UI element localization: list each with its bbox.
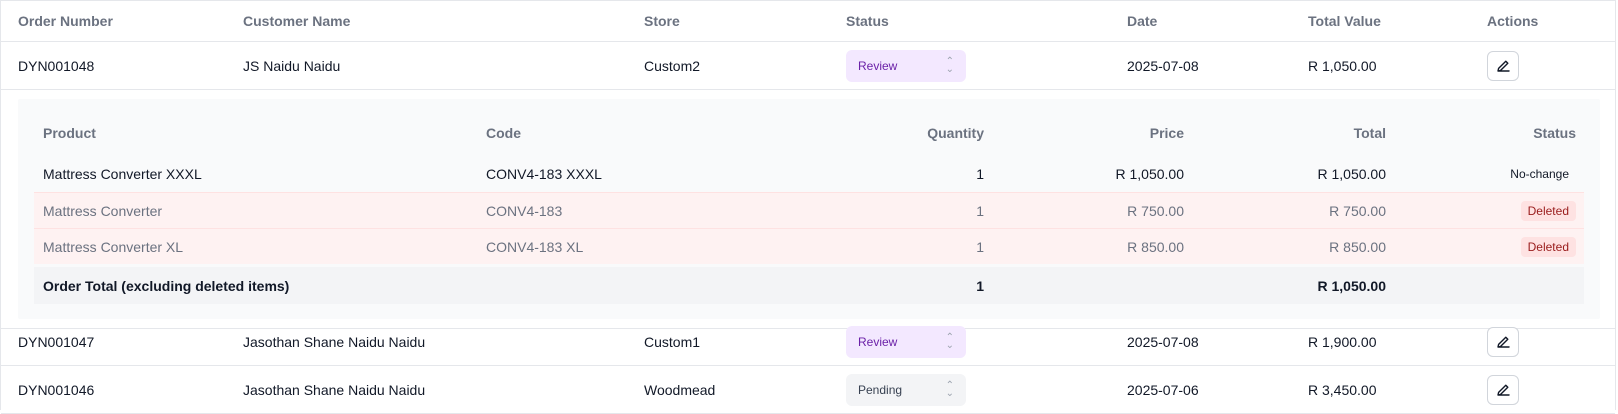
edit-order-button[interactable] xyxy=(1487,50,1519,81)
col-total-value[interactable]: Total Value xyxy=(1308,1,1381,41)
item-price: R 1,050.00 xyxy=(1115,166,1185,182)
col-price: Price xyxy=(1149,125,1184,141)
table-row[interactable]: DYN001047 Jasothan Shane Naidu Naidu Cus… xyxy=(1,318,1615,366)
order-date: 2025-07-08 xyxy=(1127,57,1199,74)
item-row-deleted: Mattress Converter XL CONV4-183 XL 1 R 8… xyxy=(34,228,1584,264)
order-total-label: Order Total (excluding deleted items) xyxy=(43,277,290,294)
status-select-value: Pending xyxy=(858,382,903,397)
table-header: Order Number Customer Name Store Status … xyxy=(1,1,1615,42)
item-product: Mattress Converter XL xyxy=(43,238,184,255)
item-quantity: 1 xyxy=(976,238,984,255)
item-row: Mattress Converter XXXL CONV4-183 XXXL 1… xyxy=(34,156,1584,192)
order-number: DYN001047 xyxy=(18,333,95,350)
actions-cell xyxy=(1487,42,1519,89)
item-code: CONV4-183 xyxy=(486,202,563,219)
store-name: Custom1 xyxy=(644,333,701,350)
edit-order-button[interactable] xyxy=(1487,374,1519,405)
status-badge: No-change xyxy=(1510,167,1569,181)
item-total: R 750.00 xyxy=(1329,202,1386,219)
status-select-value: Review xyxy=(858,58,898,73)
item-quantity: 1 xyxy=(976,166,984,182)
status-select[interactable]: Review ⌃ ⌄ xyxy=(846,49,966,82)
item-product: Mattress Converter XXXL xyxy=(43,166,202,182)
order-total: R 1,900.00 xyxy=(1308,333,1377,350)
item-quantity: 1 xyxy=(976,202,984,219)
col-customer-name[interactable]: Customer Name xyxy=(243,1,350,41)
store-name: Custom2 xyxy=(644,57,701,74)
item-product: Mattress Converter xyxy=(43,202,163,219)
orders-table: Order Number Customer Name Store Status … xyxy=(0,0,1616,414)
col-product: Product xyxy=(43,125,96,141)
customer-name: Jasothan Shane Naidu Naidu xyxy=(243,381,426,398)
col-item-status: Status xyxy=(1533,125,1576,141)
table-row[interactable]: DYN001048 JS Naidu Naidu Custom2 Review … xyxy=(1,42,1615,90)
order-date: 2025-07-06 xyxy=(1127,381,1199,398)
table-row[interactable]: DYN001046 Jasothan Shane Naidu Naidu Woo… xyxy=(1,366,1615,414)
status-badge: Deleted xyxy=(1520,200,1576,221)
chevron-up-down-icon: ⌃ ⌄ xyxy=(945,331,954,351)
actions-cell xyxy=(1487,318,1519,365)
status-cell: Pending ⌃ ⌄ xyxy=(846,366,966,413)
status-badge: Deleted xyxy=(1520,236,1576,257)
order-total-quantity: 1 xyxy=(976,277,984,294)
customer-name: Jasothan Shane Naidu Naidu xyxy=(243,333,426,350)
item-status-cell: Deleted xyxy=(1520,193,1576,228)
status-select[interactable]: Review ⌃ ⌄ xyxy=(846,325,966,358)
order-total-value: R 1,050.00 xyxy=(1317,277,1387,294)
col-actions: Actions xyxy=(1487,13,1539,29)
pencil-icon xyxy=(1497,60,1510,72)
status-cell: Review ⌃ ⌄ xyxy=(846,42,966,89)
store-name: Woodmead xyxy=(644,381,716,398)
items-header: Product Code Quantity Price Total Status xyxy=(34,115,1584,151)
item-code: CONV4-183 XXXL xyxy=(486,166,602,182)
order-total: R 3,450.00 xyxy=(1308,381,1377,398)
item-code: CONV4-183 XL xyxy=(486,238,584,255)
order-items-table: Product Code Quantity Price Total Status… xyxy=(18,99,1600,319)
item-status-cell: No-change xyxy=(1503,156,1576,192)
chevron-up-down-icon: ⌃ ⌄ xyxy=(945,55,954,75)
item-row-deleted: Mattress Converter CONV4-183 1 R 750.00 … xyxy=(34,192,1584,228)
col-total: Total xyxy=(1353,125,1386,141)
edit-order-button[interactable] xyxy=(1487,326,1519,357)
order-total-row: Order Total (excluding deleted items) 1 … xyxy=(34,267,1584,304)
pencil-icon xyxy=(1497,336,1510,348)
item-total: R 850.00 xyxy=(1329,238,1386,255)
pencil-icon xyxy=(1497,384,1510,396)
col-quantity: Quantity xyxy=(927,125,984,141)
status-select[interactable]: Pending ⌃ ⌄ xyxy=(846,373,966,406)
order-total: R 1,050.00 xyxy=(1308,57,1377,74)
item-price: R 850.00 xyxy=(1127,238,1184,255)
col-status[interactable]: Status xyxy=(846,1,889,41)
item-total: R 1,050.00 xyxy=(1317,166,1387,182)
col-order-number[interactable]: Order Number xyxy=(18,1,113,41)
chevron-up-down-icon: ⌃ ⌄ xyxy=(945,379,954,399)
order-number: DYN001048 xyxy=(18,57,95,74)
col-store[interactable]: Store xyxy=(644,1,680,41)
item-price: R 750.00 xyxy=(1127,202,1184,219)
status-cell: Review ⌃ ⌄ xyxy=(846,318,966,365)
customer-name: JS Naidu Naidu xyxy=(243,57,341,74)
col-code: Code xyxy=(486,125,521,141)
actions-cell xyxy=(1487,366,1519,413)
order-number: DYN001046 xyxy=(18,381,95,398)
status-select-value: Review xyxy=(858,334,898,349)
col-date[interactable]: Date xyxy=(1127,1,1157,41)
item-status-cell: Deleted xyxy=(1520,229,1576,264)
order-date: 2025-07-08 xyxy=(1127,333,1199,350)
order-detail-panel: Product Code Quantity Price Total Status… xyxy=(1,91,1615,329)
